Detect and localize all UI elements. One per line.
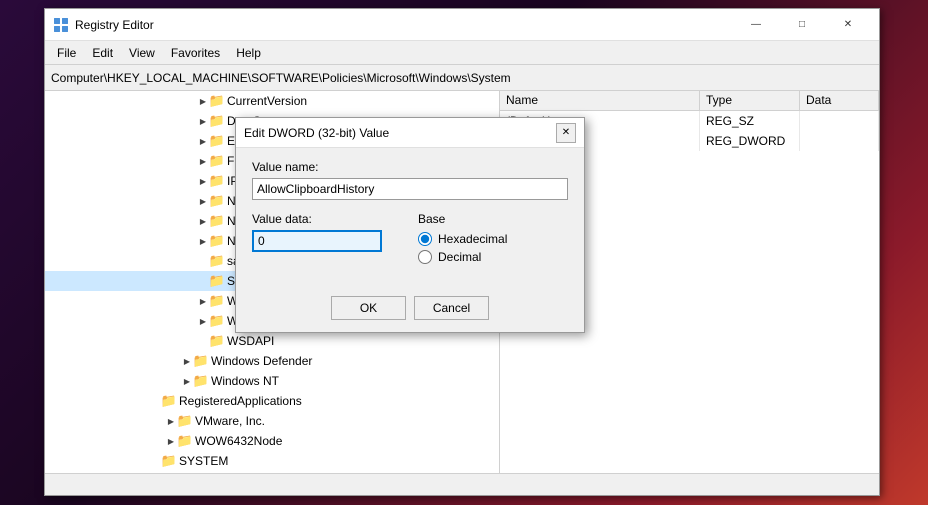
ok-button[interactable]: OK bbox=[331, 296, 406, 320]
folder-icon: 📁 bbox=[193, 373, 209, 389]
col-type-header: Type bbox=[700, 91, 800, 110]
tree-item-windefender[interactable]: ▶ 📁 Windows Defender bbox=[45, 351, 499, 371]
folder-icon: 📁 bbox=[209, 333, 225, 349]
cell-data-clipboard bbox=[800, 131, 879, 151]
address-path: Computer\HKEY_LOCAL_MACHINE\SOFTWARE\Pol… bbox=[51, 71, 511, 85]
tree-label: Windows NT bbox=[211, 374, 279, 388]
base-label: Base bbox=[418, 212, 568, 226]
tree-item-currentversion[interactable]: ▶ 📁 CurrentVersion bbox=[45, 91, 499, 111]
menu-bar: File Edit View Favorites Help bbox=[45, 41, 879, 65]
right-panel-header: Name Type Data bbox=[500, 91, 879, 111]
tree-item-vmware[interactable]: ▶ 📁 VMware, Inc. bbox=[45, 411, 499, 431]
tree-item-system2[interactable]: 📁 SYSTEM bbox=[45, 451, 499, 471]
expand-icon: ▶ bbox=[197, 217, 209, 226]
radio-hex-label: Hexadecimal bbox=[438, 232, 507, 246]
radio-hexadecimal[interactable]: Hexadecimal bbox=[418, 232, 568, 246]
radio-decimal[interactable]: Decimal bbox=[418, 250, 568, 264]
expand-icon: ▶ bbox=[197, 297, 209, 306]
status-bar bbox=[45, 473, 879, 495]
tree-label: Windows Defender bbox=[211, 354, 312, 368]
value-data-input[interactable] bbox=[252, 230, 382, 252]
expand-icon: ▶ bbox=[197, 117, 209, 126]
registry-editor-window: Registry Editor — □ ✕ File Edit View Fav… bbox=[44, 8, 880, 496]
expand-icon: ▶ bbox=[197, 157, 209, 166]
expand-icon: ▶ bbox=[197, 197, 209, 206]
folder-icon: 📁 bbox=[209, 313, 225, 329]
cell-data-default bbox=[800, 111, 879, 131]
folder-icon: 📁 bbox=[209, 233, 225, 249]
tree-item-winnt[interactable]: ▶ 📁 Windows NT bbox=[45, 371, 499, 391]
folder-icon: 📁 bbox=[209, 213, 225, 229]
menu-view[interactable]: View bbox=[121, 44, 163, 62]
menu-help[interactable]: Help bbox=[228, 44, 269, 62]
dialog-title: Edit DWORD (32-bit) Value bbox=[244, 126, 556, 140]
col-data-header: Data bbox=[800, 91, 879, 110]
tree-label: CurrentVersion bbox=[227, 94, 307, 108]
tree-label: VMware, Inc. bbox=[195, 414, 265, 428]
value-name-label: Value name: bbox=[252, 160, 568, 174]
tree-label: RegisteredApplications bbox=[179, 394, 302, 408]
dialog-buttons: OK Cancel bbox=[236, 292, 584, 332]
value-right: Base Hexadecimal Decimal bbox=[418, 212, 568, 264]
folder-icon: 📁 bbox=[209, 193, 225, 209]
close-button[interactable]: ✕ bbox=[825, 9, 871, 41]
folder-icon: 📁 bbox=[209, 133, 225, 149]
folder-icon: 📁 bbox=[209, 93, 225, 109]
expand-icon: ▶ bbox=[181, 377, 193, 386]
edit-dword-dialog: Edit DWORD (32-bit) Value ✕ Value name: … bbox=[235, 117, 585, 333]
tree-label: SYSTEM bbox=[179, 454, 228, 468]
cell-type-clipboard: REG_DWORD bbox=[700, 131, 800, 151]
menu-file[interactable]: File bbox=[49, 44, 84, 62]
folder-icon: 📁 bbox=[193, 353, 209, 369]
expand-icon: ▶ bbox=[165, 417, 177, 426]
tree-label: WOW6432Node bbox=[195, 434, 282, 448]
window-title: Registry Editor bbox=[75, 18, 733, 32]
address-bar: Computer\HKEY_LOCAL_MACHINE\SOFTWARE\Pol… bbox=[45, 65, 879, 91]
dialog-body: Value name: Value data: Base Hexadecimal bbox=[236, 148, 584, 292]
folder-icon: 📁 bbox=[209, 153, 225, 169]
value-row: Value data: Base Hexadecimal bbox=[252, 212, 568, 264]
menu-favorites[interactable]: Favorites bbox=[163, 44, 228, 62]
folder-icon: 📁 bbox=[209, 173, 225, 189]
folder-icon: 📁 bbox=[177, 433, 193, 449]
folder-icon: 📁 bbox=[209, 253, 225, 269]
minimize-button[interactable]: — bbox=[733, 9, 779, 41]
folder-icon: 📁 bbox=[177, 413, 193, 429]
tree-item-wow[interactable]: ▶ 📁 WOW6432Node bbox=[45, 431, 499, 451]
value-data-label: Value data: bbox=[252, 212, 402, 226]
expand-icon: ▶ bbox=[181, 357, 193, 366]
expand-icon: ▶ bbox=[197, 317, 209, 326]
maximize-button[interactable]: □ bbox=[779, 9, 825, 41]
menu-edit[interactable]: Edit bbox=[84, 44, 121, 62]
radio-group: Hexadecimal Decimal bbox=[418, 232, 568, 264]
folder-icon: 📁 bbox=[209, 293, 225, 309]
title-bar: Registry Editor — □ ✕ bbox=[45, 9, 879, 41]
tree-label: WSDAPI bbox=[227, 334, 274, 348]
radio-dec-label: Decimal bbox=[438, 250, 481, 264]
value-left: Value data: bbox=[252, 212, 402, 264]
folder-icon: 📁 bbox=[161, 393, 177, 409]
expand-icon: ▶ bbox=[165, 437, 177, 446]
folder-icon: 📁 bbox=[209, 113, 225, 129]
window-controls: — □ ✕ bbox=[733, 9, 871, 41]
dialog-close-button[interactable]: ✕ bbox=[556, 123, 576, 143]
folder-icon: 📁 bbox=[209, 273, 225, 289]
folder-icon: 📁 bbox=[161, 453, 177, 469]
app-icon bbox=[53, 17, 69, 33]
radio-dec-input[interactable] bbox=[418, 250, 432, 264]
expand-icon: ▶ bbox=[197, 137, 209, 146]
expand-icon: ▶ bbox=[197, 177, 209, 186]
tree-item-regapps[interactable]: 📁 RegisteredApplications bbox=[45, 391, 499, 411]
dialog-title-bar: Edit DWORD (32-bit) Value ✕ bbox=[236, 118, 584, 148]
radio-hex-input[interactable] bbox=[418, 232, 432, 246]
cancel-button[interactable]: Cancel bbox=[414, 296, 489, 320]
cell-type-default: REG_SZ bbox=[700, 111, 800, 131]
value-name-input[interactable] bbox=[252, 178, 568, 200]
expand-icon: ▶ bbox=[197, 97, 209, 106]
col-name-header: Name bbox=[500, 91, 700, 110]
expand-icon: ▶ bbox=[197, 237, 209, 246]
tree-item-wsdapi[interactable]: 📁 WSDAPI bbox=[45, 331, 499, 351]
